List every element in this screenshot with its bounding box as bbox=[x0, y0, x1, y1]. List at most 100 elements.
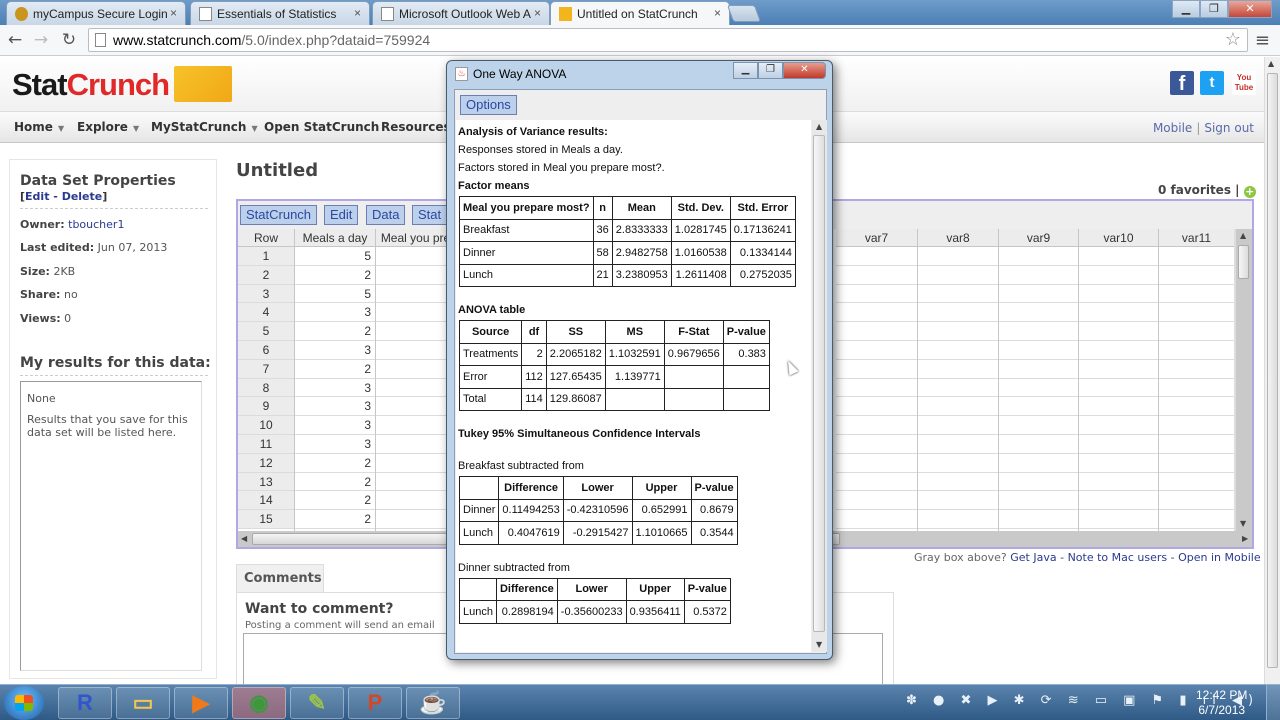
grid-cell[interactable] bbox=[918, 322, 998, 341]
grid-cell[interactable] bbox=[1079, 285, 1158, 304]
grid-cell[interactable]: 2 bbox=[295, 454, 375, 473]
grid-cell[interactable] bbox=[1159, 473, 1234, 492]
grid-cell[interactable] bbox=[836, 360, 917, 379]
grid-cell[interactable] bbox=[1159, 435, 1234, 454]
grid-cell[interactable] bbox=[1159, 322, 1234, 341]
grid-cell[interactable] bbox=[376, 397, 455, 417]
grid-cell[interactable] bbox=[836, 473, 917, 492]
grid-cell[interactable] bbox=[836, 341, 917, 360]
grid-cell[interactable] bbox=[1079, 266, 1158, 285]
grid-cell[interactable] bbox=[836, 510, 917, 529]
address-bar[interactable]: www.statcrunch.com/5.0/index.php?dataid=… bbox=[88, 28, 1248, 52]
delete-link[interactable]: Delete bbox=[62, 190, 103, 203]
sign-out-link[interactable]: Sign out bbox=[1204, 121, 1254, 135]
scroll-thumb[interactable] bbox=[1238, 245, 1249, 279]
nav-home[interactable]: Home ▼ bbox=[14, 120, 64, 134]
grid-cell[interactable] bbox=[1159, 454, 1234, 473]
grid-cell[interactable] bbox=[1079, 435, 1158, 454]
clock[interactable]: 12:42 PM 6/7/2013 bbox=[1196, 688, 1247, 718]
grid-cell[interactable] bbox=[918, 247, 998, 266]
grid-cell[interactable] bbox=[1079, 341, 1158, 360]
grid-cell[interactable] bbox=[1159, 379, 1234, 398]
close-tab-icon[interactable]: × bbox=[170, 6, 177, 20]
grid-cell[interactable] bbox=[999, 266, 1078, 285]
grid-cell[interactable]: 3 bbox=[295, 341, 375, 360]
scroll-down-icon[interactable]: ▼ bbox=[1240, 519, 1246, 528]
grid-cell[interactable] bbox=[376, 416, 455, 435]
back-arrow-icon[interactable]: ← bbox=[4, 30, 26, 50]
menu-statcrunch[interactable]: StatCrunch bbox=[240, 205, 318, 225]
taskbar-file-explorer[interactable]: ▭ bbox=[116, 687, 170, 719]
grid-cell[interactable] bbox=[1159, 397, 1234, 417]
close-tab-icon[interactable]: × bbox=[354, 6, 361, 20]
grid-cell[interactable]: 2 bbox=[295, 266, 375, 285]
grid-cell[interactable] bbox=[836, 247, 917, 266]
grid-cell[interactable] bbox=[836, 322, 917, 341]
tab-mycampus[interactable]: myCampus Secure Login × bbox=[6, 1, 186, 25]
chrome-menu-icon[interactable]: ≡ bbox=[1255, 30, 1270, 51]
grid-cell[interactable] bbox=[1159, 360, 1234, 379]
bookmark-star-icon[interactable]: ☆ bbox=[1225, 29, 1241, 50]
grid-cell[interactable] bbox=[376, 341, 455, 360]
scroll-up-icon[interactable]: ▲ bbox=[1240, 231, 1246, 240]
row-number-cell[interactable]: 5 bbox=[238, 322, 294, 341]
grid-cell[interactable] bbox=[836, 379, 917, 398]
grid-cell[interactable] bbox=[918, 379, 998, 398]
grid-cell[interactable] bbox=[376, 303, 455, 323]
options-button[interactable]: Options bbox=[460, 95, 517, 115]
page-vertical-scrollbar[interactable]: ▲ bbox=[1264, 57, 1280, 684]
row-number-cell[interactable]: 10 bbox=[238, 416, 294, 435]
column-header[interactable]: var9 bbox=[999, 229, 1078, 247]
grid-cell[interactable] bbox=[999, 360, 1078, 379]
scroll-right-icon[interactable]: ▶ bbox=[1242, 534, 1248, 543]
grid-cell[interactable]: 3 bbox=[295, 435, 375, 454]
grid-cell[interactable]: 3 bbox=[295, 379, 375, 398]
grid-cell[interactable]: 3 bbox=[295, 303, 375, 323]
mobile-link[interactable]: Mobile bbox=[1153, 121, 1192, 135]
taskbar-chrome[interactable]: ◉ bbox=[232, 687, 286, 719]
grid-cell[interactable] bbox=[376, 510, 455, 529]
grid-cell[interactable]: 3 bbox=[295, 397, 375, 417]
grid-cell[interactable] bbox=[999, 491, 1078, 511]
grid-cell[interactable] bbox=[376, 247, 455, 266]
row-number-cell[interactable]: 2 bbox=[238, 265, 294, 285]
scroll-thumb[interactable] bbox=[1267, 73, 1278, 668]
scroll-up-icon[interactable]: ▲ bbox=[816, 122, 822, 131]
grid-cell[interactable] bbox=[999, 322, 1078, 341]
menu-edit[interactable]: Edit bbox=[324, 205, 359, 225]
grid-cell[interactable] bbox=[1159, 247, 1234, 266]
row-number-cell[interactable]: 7 bbox=[238, 359, 294, 379]
grid-cell[interactable] bbox=[918, 266, 998, 285]
grid-cell[interactable] bbox=[376, 322, 455, 341]
statcrunch-logo[interactable]: StatCrunch bbox=[12, 67, 170, 103]
edit-link[interactable]: Edit bbox=[25, 190, 49, 203]
grid-cell[interactable] bbox=[1159, 341, 1234, 360]
row-number-cell[interactable]: 3 bbox=[238, 284, 294, 304]
grid-cell[interactable] bbox=[1159, 285, 1234, 304]
grid-cell[interactable] bbox=[999, 285, 1078, 304]
output-vertical-scrollbar[interactable]: ▲ ▼ bbox=[812, 120, 827, 652]
grid-cell[interactable] bbox=[918, 491, 998, 511]
grid-cell[interactable] bbox=[376, 491, 455, 511]
grid-cell[interactable] bbox=[1159, 510, 1234, 529]
grid-cell[interactable] bbox=[1079, 454, 1158, 473]
row-number-cell[interactable]: 9 bbox=[238, 397, 294, 417]
grid-cell[interactable] bbox=[999, 379, 1078, 398]
scroll-down-icon[interactable]: ▼ bbox=[816, 640, 822, 649]
show-desktop-button[interactable] bbox=[1266, 685, 1280, 720]
scroll-left-icon[interactable]: ◀ bbox=[241, 534, 247, 543]
owner-link[interactable]: tboucher1 bbox=[68, 218, 124, 231]
close-window-button[interactable]: ✕ bbox=[1228, 0, 1272, 18]
grid-cell[interactable] bbox=[918, 510, 998, 529]
grid-cell[interactable] bbox=[836, 285, 917, 304]
grid-cell[interactable]: 5 bbox=[295, 247, 375, 266]
get-java-link[interactable]: Get Java bbox=[1010, 551, 1056, 564]
grid-cell[interactable] bbox=[1079, 303, 1158, 323]
close-tab-icon[interactable]: × bbox=[534, 6, 541, 20]
grid-cell[interactable] bbox=[1079, 397, 1158, 417]
column-header[interactable]: var11 bbox=[1159, 229, 1234, 247]
minimize-button[interactable]: ▁ bbox=[1172, 0, 1200, 18]
grid-cell[interactable] bbox=[1159, 303, 1234, 323]
grid-cell[interactable] bbox=[376, 360, 455, 379]
row-number-cell[interactable]: 12 bbox=[238, 453, 294, 473]
